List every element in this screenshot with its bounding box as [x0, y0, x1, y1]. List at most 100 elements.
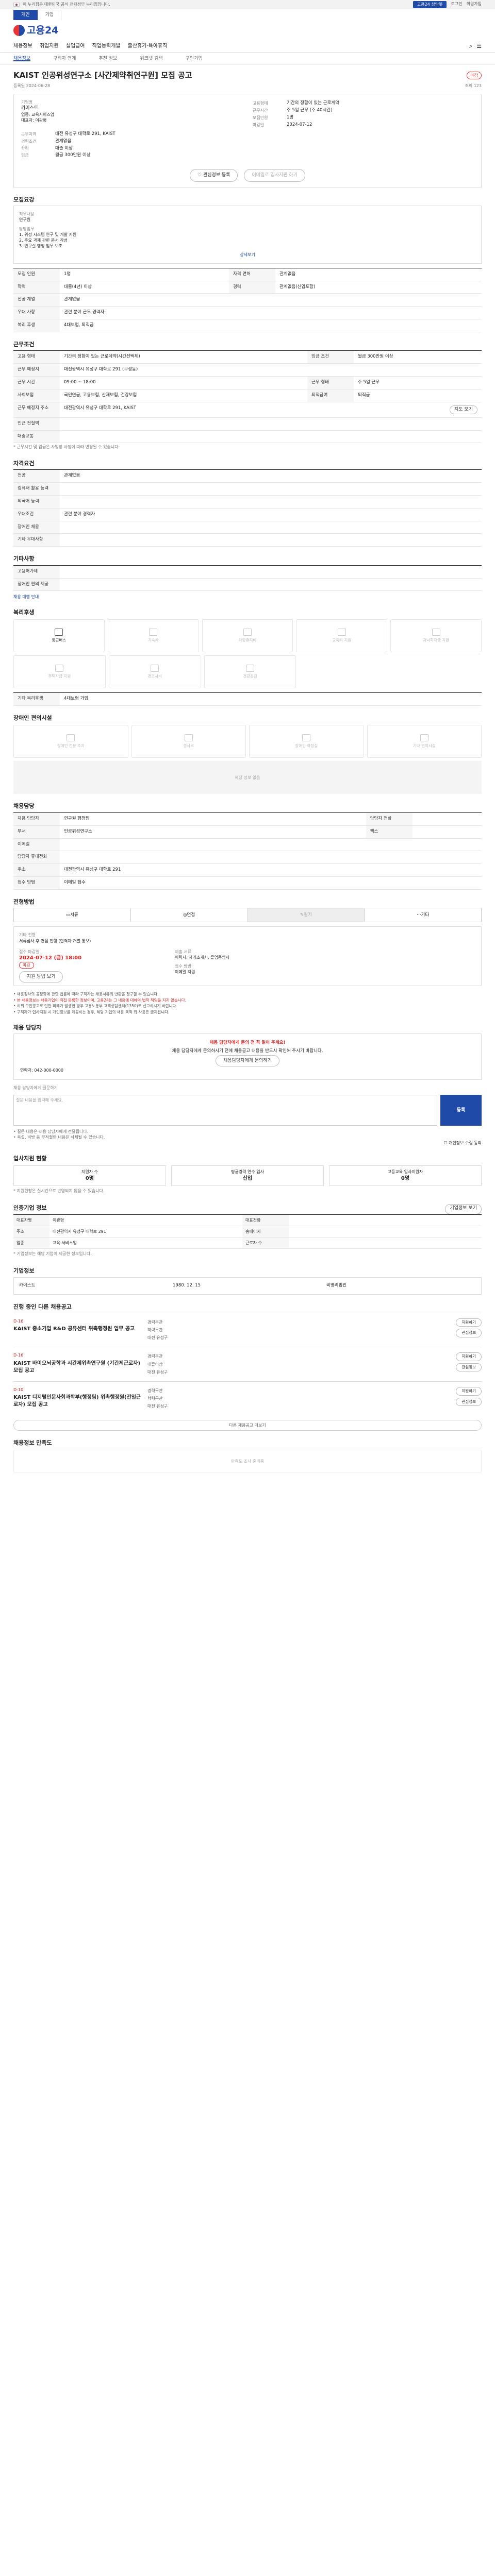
- sub-tabs: 채용정보 구직자 연계 추천 정보 워크넷 검색 구인기업: [0, 53, 495, 65]
- selection-steps: ▭ 서류 ◎ 면접 ✎ 필기 ⋯ 기타: [13, 908, 482, 923]
- step-docs: ▭ 서류: [14, 908, 131, 922]
- other-jobs-section: 진행 중인 다른 채용공고 D-16 KAIST 중소기업 R&D 공유센터 위촉…: [0, 1303, 495, 1416]
- expand-toggle[interactable]: 상세보기: [19, 252, 476, 258]
- deadline: 2024-07-12 (금) 18:00: [19, 955, 82, 961]
- legal-notice: • 채용절차의 공정화에 관한 법률에 따라 구직자는 채용서류의 반환을 청구…: [13, 992, 187, 1014]
- nav-item-training[interactable]: 직업능력개발: [92, 43, 120, 50]
- company-founded: 1980. 12. 15: [173, 1282, 201, 1288]
- view-count: 조회 123: [465, 83, 482, 88]
- sub-tab-jobs[interactable]: 채용정보: [13, 56, 31, 61]
- tab-company[interactable]: 기업: [37, 10, 62, 20]
- welfare-item: 교육비 지원: [296, 619, 388, 653]
- interest-button[interactable]: 관심정보: [456, 1363, 482, 1372]
- welfare-item: 기숙사: [107, 619, 199, 653]
- more-icon: ⋯: [417, 912, 421, 918]
- posted-date: 등록일 2024-06-28: [13, 83, 51, 88]
- contact-warning-section: 채용 담당자 채용 담당자에게 문의 전 꼭 읽어 주세요! 채용 담당자에게 …: [13, 1024, 482, 1146]
- contact-recruiter-button[interactable]: 채용담당자에게 문의하기: [216, 1055, 279, 1066]
- question-submit-button[interactable]: 등록: [440, 1094, 482, 1126]
- privacy-checkbox[interactable]: ☐ 개인정보 수집 동의: [443, 1141, 482, 1145]
- section-title: 모집요강: [13, 196, 35, 203]
- more-jobs-button[interactable]: 다른 채용공고 더보기: [13, 1419, 482, 1431]
- company-detail: 업종: 교육서비스업: [21, 112, 55, 117]
- heart-icon: ♡: [197, 173, 203, 178]
- logo-text: 고용24: [27, 24, 59, 36]
- gov-banner: 이 누리집은 대한민국 공식 전자정부 누리집입니다. 고용24 상담봇 로그인…: [0, 0, 495, 9]
- ramp-icon: [184, 734, 193, 742]
- status-badge: 마감: [467, 71, 482, 80]
- site-tabs: 개인 기업: [0, 9, 495, 21]
- site-logo[interactable]: 고용24: [13, 24, 58, 38]
- car-icon: [243, 628, 252, 636]
- logo-icon: [13, 25, 25, 36]
- stat-card: 지원자 수 0명: [13, 1165, 166, 1186]
- flag-icon: [13, 3, 20, 7]
- qual-section: 자격요건 전공 관계없음 컴퓨터 활용 능력 외국어 능력 우대조건 관련 분야 경…: [0, 460, 495, 547]
- welfare-item: 자녀학자금 지원: [390, 619, 482, 653]
- email-apply-button[interactable]: 이메일로 입사지원 하기: [244, 169, 305, 182]
- health-icon: [245, 664, 254, 672]
- gov-banner-text: 이 누리집은 대한민국 공식 전자정부 누리집입니다.: [23, 2, 110, 7]
- welfare-item: 주택자금 지원: [13, 655, 106, 689]
- company-detail: 대표자: 이광형: [21, 118, 47, 123]
- menu-icon[interactable]: ☰: [476, 42, 482, 50]
- search-icon[interactable]: ⌕: [469, 42, 472, 50]
- nav-item-benefit[interactable]: 실업급여: [66, 43, 85, 50]
- login-link[interactable]: 로그인: [451, 1, 462, 8]
- cap-icon: [432, 628, 440, 636]
- main-nav: 채용정보 취업지원 실업급여 직업능력개발 출산휴가·육아휴직 ⌕ ☰: [0, 40, 495, 53]
- work-section: 근무조건 고용 형태 기간의 정함이 있는 근로계약(시간선택제) 임금 조건 월급 …: [0, 341, 495, 444]
- step-written: ✎ 필기: [248, 908, 365, 922]
- company-profile-section: 기업정보 카이스트 1980. 12. 15 비영리법인: [0, 1267, 495, 1295]
- welfare-item: 건강검진: [204, 655, 296, 689]
- sub-tab-link[interactable]: 구직자 연계: [53, 56, 76, 61]
- summary-kv-left: 근무지역 대전 유성구 대학로 291, KAIST 경력조건 관계없음 학력 대졸 …: [21, 131, 116, 158]
- interest-button[interactable]: 관심정보: [456, 1397, 482, 1406]
- recruit-section: 모집요강 직무내용 연구원 담당업무 1. 위성 시스템 연구 및 개발 지원 …: [0, 196, 495, 333]
- nav-item-leave[interactable]: 출산휴가·육아휴직: [128, 43, 168, 50]
- signup-link[interactable]: 회원가입: [467, 1, 482, 8]
- welfare-section: 복리후생 통근버스 기숙사 차량유지비 교육비 지원 자녀학자금 지원 주택자금…: [0, 608, 495, 706]
- house-icon: [55, 664, 64, 672]
- map-button[interactable]: 지도 보기: [450, 405, 477, 414]
- dorm-icon: [149, 628, 158, 636]
- nav-item-jobs[interactable]: 채용정보: [13, 43, 32, 50]
- apply-button[interactable]: 지원하기: [456, 1352, 482, 1361]
- welfare-item: 경조사비: [108, 655, 201, 689]
- sub-tab-search[interactable]: 워크넷 검색: [140, 56, 162, 61]
- agency-link[interactable]: 채용 대행 안내: [13, 594, 482, 600]
- tab-personal[interactable]: 개인: [13, 10, 38, 20]
- disability-section: 장애인 편의시설 장애인 전용 주차 경사로 장애인 화장실 기타 편의시설 해…: [0, 714, 495, 794]
- apply-method-button[interactable]: 지원 방법 보기: [19, 971, 63, 983]
- step-interview: ◎ 면접: [131, 908, 248, 922]
- interest-button[interactable]: 관심정보: [456, 1329, 482, 1337]
- sub-tab-company[interactable]: 구인기업: [186, 56, 203, 61]
- company-type: 비영리법인: [326, 1282, 347, 1288]
- feedback-empty: 만족도 조사 준비중: [13, 1450, 482, 1473]
- sub-tab-recommend[interactable]: 추천 정보: [98, 56, 117, 61]
- apply-button[interactable]: 지원하기: [456, 1318, 482, 1327]
- warning-head: 채용 담당자에게 문의 전 꼭 읽어 주세요!: [209, 1040, 286, 1045]
- question-textarea[interactable]: 질문 내용을 입력해 주세요.: [13, 1094, 437, 1126]
- job-card[interactable]: D-16 KAIST 바이오뇌공학과 시간제위촉연구원 (기간제근로자) 모집 공…: [13, 1347, 482, 1381]
- welfare-item: 차량유지비: [202, 619, 293, 653]
- bus-icon: [55, 628, 63, 636]
- job-title: KAIST 인공위성연구소 [사간제약취연구원] 모집 공고: [13, 71, 192, 80]
- stat-card: 평균경력 연수 입사 신입: [171, 1165, 324, 1186]
- job-card[interactable]: D-16 KAIST 중소기업 R&D 공유센터 위촉행정원 업무 공고 경력무관…: [13, 1312, 482, 1347]
- apply-button[interactable]: 지원하기: [456, 1387, 482, 1396]
- stats-section: 입사지원 현황 지원자 수 0명 평균경력 연수 입사 신입 고등교육 입사지원자 0…: [0, 1155, 495, 1196]
- company-label: 기업명: [21, 100, 33, 105]
- nav-item-support[interactable]: 취업지원: [40, 43, 59, 50]
- job-card[interactable]: D-10 KAIST 디지털인문사회과학부(행정팀) 위촉행정원(전일근로자) 모…: [13, 1381, 482, 1416]
- apply-section: 전형방법 ▭ 서류 ◎ 면접 ✎ 필기 ⋯ 기타 기타 전형 서류심사 후 면접…: [0, 898, 495, 987]
- work-note: * 근무시간 및 임금은 사업장 사정에 따라 변경될 수 있습니다.: [13, 445, 120, 450]
- gift-icon: [151, 664, 159, 672]
- save-interest-button[interactable]: ♡ 관심정보 등록: [189, 169, 238, 182]
- etc-section: 기타사항 고용허가제 장애인 편의 제공 채용 대행 안내: [0, 555, 495, 600]
- summary-kv-right: 고용형태 기간의 정함이 있는 근로계약 근무시간 주 5일 근무 (주 40시간)…: [253, 100, 339, 127]
- company-info-button[interactable]: 기업정보 보기: [445, 1204, 482, 1214]
- recruit-table: 모집 인원 1명 자격 면허 관계없음 학력 대졸(4년) 이상 경력 관계없음(신입포함)…: [13, 267, 482, 333]
- chatbot-button[interactable]: 고용24 상담봇: [412, 1, 447, 8]
- interview-icon: ◎: [183, 912, 187, 918]
